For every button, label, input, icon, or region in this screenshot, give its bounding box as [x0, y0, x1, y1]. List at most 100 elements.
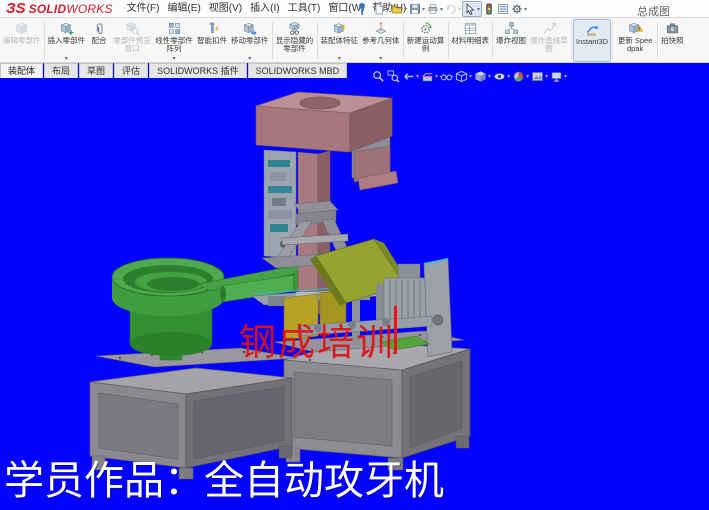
- ribbon-button-label: 材料明细表: [452, 37, 490, 45]
- reference-geometry-button[interactable]: 参考几何体 ▾: [360, 19, 402, 62]
- mate-button[interactable]: 配合: [87, 19, 111, 62]
- section-view-button[interactable]: ▾: [420, 70, 439, 83]
- solidworks-logo: ЗS SOLID WORKS: [0, 0, 123, 17]
- hud-icon: [440, 70, 453, 83]
- dropdown-caret[interactable]: ▾: [416, 73, 419, 80]
- ribbon-button-label: 零部件预览窗口: [113, 37, 151, 53]
- dropdown-caret[interactable]: ▾: [440, 6, 443, 13]
- hud-icon: [550, 70, 563, 83]
- instant3d-button[interactable]: Instant3D: [573, 19, 611, 62]
- save-button[interactable]: ▾: [408, 1, 426, 17]
- display-style-button[interactable]: ▾: [473, 70, 492, 83]
- ribbon-button-icon: [373, 21, 388, 36]
- dropdown-caret[interactable]: ▾: [458, 6, 461, 13]
- rebuild-button[interactable]: [482, 1, 496, 17]
- dropdown-caret[interactable]: ▾: [469, 73, 472, 80]
- dropdown-caret[interactable]: ▾: [379, 56, 382, 62]
- menu-tools[interactable]: 工具(T): [284, 0, 325, 18]
- logo-text-solid: SOLID: [29, 2, 67, 16]
- smart-fasteners-button[interactable]: 智能扣件: [195, 19, 229, 62]
- end-plate[interactable]: [424, 259, 452, 357]
- dropdown-caret[interactable]: ▾: [526, 73, 529, 80]
- watermark-text: 钢成培训: [239, 312, 395, 366]
- explode-line-sketch-button[interactable]: 爆炸直线草图: [528, 19, 570, 62]
- assembly-features-button[interactable]: 装配体特征 ▾: [319, 19, 361, 62]
- dropdown-caret[interactable]: ▾: [488, 73, 491, 80]
- show-hidden-components-button[interactable]: 显示隐藏的零部件: [274, 19, 316, 62]
- update-speedpak-button[interactable]: 更新 Speedpak: [614, 19, 656, 62]
- open-file-button[interactable]: ▾: [390, 1, 408, 17]
- insert-components-button[interactable]: 插入零部件 ▾: [46, 19, 88, 62]
- pin-icon[interactable]: [357, 2, 367, 16]
- hide-show-items-button[interactable]: ▾: [492, 70, 511, 83]
- zoom-to-fit-button[interactable]: [371, 70, 386, 83]
- ribbon-group-separator: [657, 22, 658, 59]
- bill-of-materials-button[interactable]: 材料明细表: [450, 19, 492, 62]
- assembly-model[interactable]: [0, 63, 709, 510]
- dropdown-caret[interactable]: ▾: [477, 6, 480, 13]
- view-orientation-button[interactable]: ▾: [454, 70, 473, 83]
- dropdown-caret[interactable]: ▾: [564, 73, 567, 80]
- exploded-view-button[interactable]: 爆炸视图: [494, 19, 528, 62]
- ribbon-button-icon: [205, 21, 220, 36]
- edit-appearance-button[interactable]: ▾: [511, 70, 530, 83]
- options-button[interactable]: ▾: [510, 1, 528, 17]
- tab-solidworks-addins[interactable]: SOLIDWORKS 插件: [149, 63, 247, 78]
- hud-icon: [402, 70, 415, 83]
- ribbon-button-label: 显示隐藏的零部件: [276, 37, 314, 53]
- edit-component-button[interactable]: 编辑零部件: [1, 19, 43, 62]
- menu-file[interactable]: 文件(F): [123, 0, 164, 18]
- view-settings-button[interactable]: ▾: [549, 70, 568, 83]
- dropdown-caret[interactable]: ▾: [386, 6, 389, 13]
- linear-component-pattern-button[interactable]: 线性零部件阵列 ▾: [153, 19, 195, 62]
- ribbon-button-icon: [287, 21, 302, 36]
- ribbon-button-icon: [332, 21, 347, 36]
- print-button[interactable]: ▾: [426, 1, 444, 17]
- dynamic-annotation-views-button[interactable]: [439, 70, 454, 83]
- previous-view-button[interactable]: ▾: [401, 70, 420, 83]
- ribbon-button-label: 配合: [92, 37, 107, 45]
- move-component-button[interactable]: 移动零部件 ▾: [229, 19, 271, 62]
- tab-solidworks-mbd[interactable]: SOLIDWORKS MBD: [248, 63, 348, 78]
- tab-assembly[interactable]: 装配体: [0, 63, 43, 78]
- tab-evaluate[interactable]: 评估: [114, 63, 148, 78]
- ribbon-button-icon: [59, 21, 74, 36]
- tab-layout[interactable]: 布局: [44, 63, 78, 78]
- undo-button[interactable]: ▾: [444, 1, 462, 17]
- dropdown-caret[interactable]: ▾: [507, 73, 510, 80]
- menu-edit[interactable]: 编辑(E): [163, 0, 204, 18]
- graphics-viewport[interactable]: ▾ ▾ ▾ ▾ ▾: [0, 63, 709, 510]
- logo-text-works: WORKS: [66, 2, 112, 16]
- dropdown-caret[interactable]: ▾: [422, 6, 425, 13]
- dropdown-caret[interactable]: ▾: [338, 56, 341, 62]
- ribbon-button-icon: [463, 21, 478, 36]
- zoom-to-area-button[interactable]: [386, 70, 401, 83]
- ribbon-button-label: 新建运动算例: [407, 37, 445, 53]
- file-properties-button[interactable]: [496, 1, 510, 17]
- dropdown-caret[interactable]: ▾: [404, 6, 407, 13]
- dropdown-caret[interactable]: ▾: [65, 56, 68, 62]
- apply-scene-button[interactable]: ▾: [530, 70, 549, 83]
- dropdown-caret[interactable]: ▾: [524, 6, 527, 13]
- new-motion-study-button[interactable]: 新建运动算例: [405, 19, 447, 62]
- dropdown-caret[interactable]: ▾: [435, 73, 438, 80]
- bowl-feeder[interactable]: [112, 258, 224, 360]
- ribbon-button-icon: [504, 21, 519, 36]
- menu-view[interactable]: 视图(V): [205, 0, 246, 18]
- hud-icon: [421, 70, 434, 83]
- qat-icon: [483, 3, 495, 15]
- ribbon-group-separator: [403, 22, 404, 59]
- tab-sketch[interactable]: 草图: [79, 63, 113, 78]
- select-tool-button[interactable]: ▾: [462, 1, 482, 17]
- component-preview-window-button[interactable]: 零部件预览窗口: [111, 19, 153, 62]
- new-document-button[interactable]: ▾: [372, 1, 390, 17]
- ribbon-button-label: 移动零部件: [231, 37, 269, 45]
- ribbon-button-icon: [125, 21, 140, 36]
- dropdown-caret[interactable]: ▾: [172, 56, 175, 62]
- ribbon-button-label: 智能扣件: [197, 37, 227, 45]
- dropdown-caret[interactable]: ▾: [248, 56, 251, 62]
- ribbon-group-separator: [612, 22, 613, 59]
- dropdown-caret[interactable]: ▾: [545, 73, 548, 80]
- take-snapshot-button[interactable]: 拍快照: [659, 19, 686, 62]
- menu-insert[interactable]: 插入(I): [246, 0, 283, 18]
